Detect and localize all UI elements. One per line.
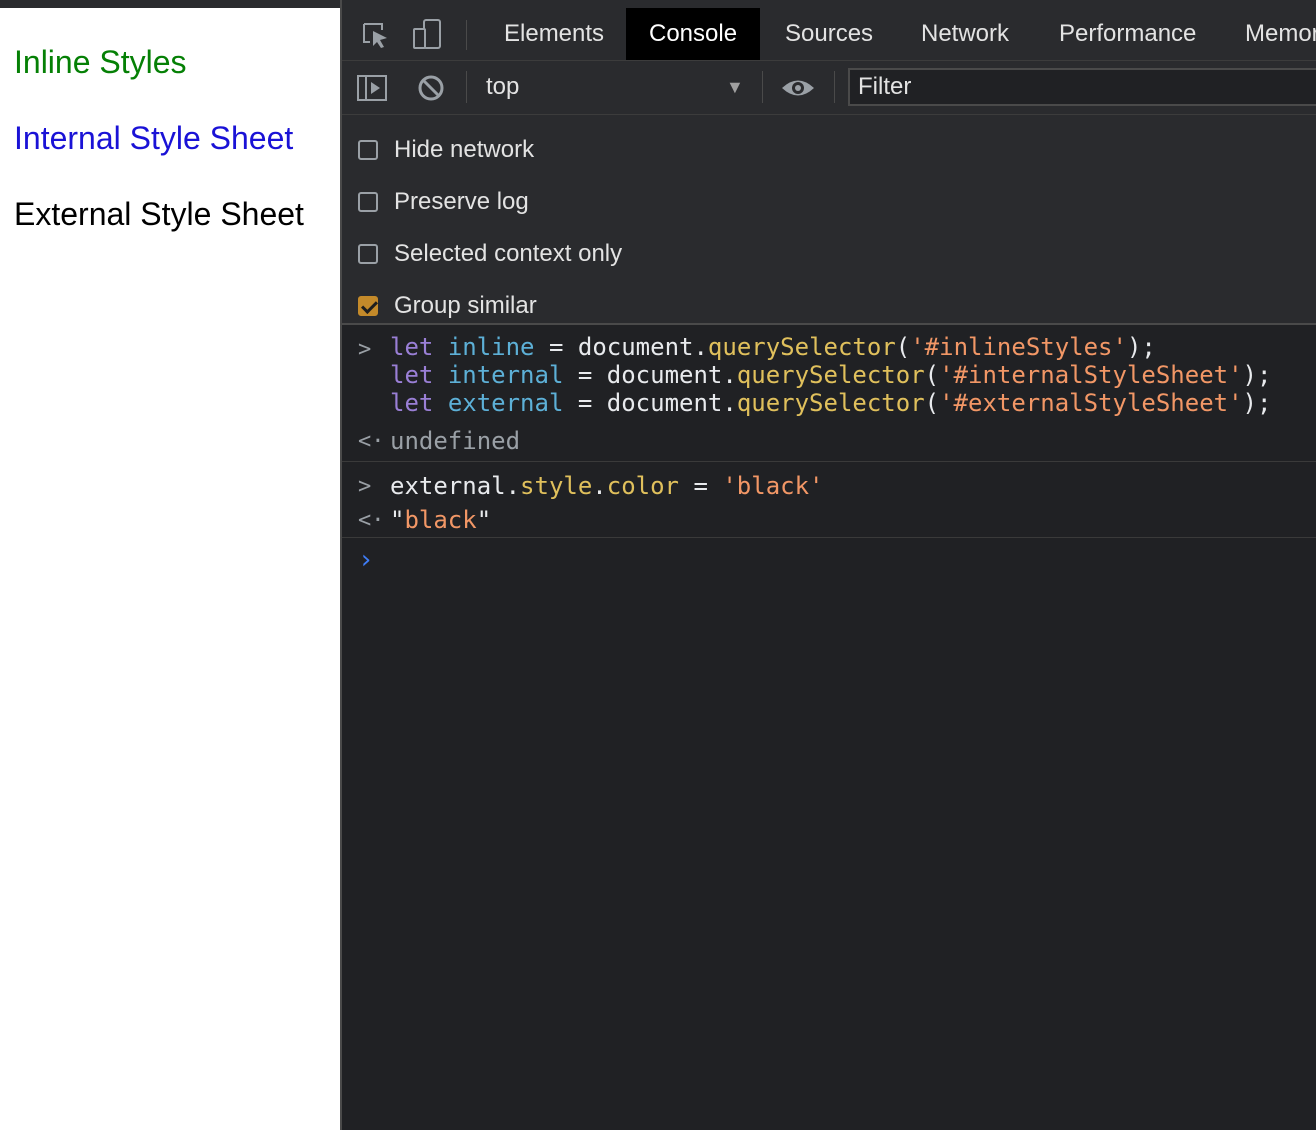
- hide-network-option[interactable]: Hide network: [358, 135, 534, 165]
- toolbar-separator: [466, 20, 467, 50]
- console-prompt-icon[interactable]: ›: [358, 545, 374, 575]
- filter-box: [848, 68, 1316, 106]
- tab-sources[interactable]: Sources: [762, 8, 896, 60]
- filter-input[interactable]: [850, 70, 1316, 104]
- output-value: "black": [390, 506, 492, 534]
- window-top-strip: [0, 0, 1316, 8]
- code-line: external.style.color = 'black': [390, 472, 824, 500]
- devtools-tab-bar: Elements Console Sources Network Perform…: [342, 8, 1316, 61]
- console-settings: Hide network Preserve log Selected conte…: [342, 115, 1316, 325]
- internal-style-sheet-text: Internal Style Sheet: [14, 120, 294, 156]
- console-output[interactable]: > let inline = document.querySelector('#…: [342, 325, 1316, 1130]
- console-toolbar: top ▼: [342, 61, 1316, 115]
- clear-console-icon[interactable]: [416, 73, 446, 103]
- console-output-entry: <· undefined: [342, 421, 1316, 462]
- hide-network-label: Hide network: [394, 136, 535, 163]
- device-toolbar-icon[interactable]: [410, 18, 446, 52]
- output-chevron-icon: <·: [358, 429, 385, 454]
- context-selector[interactable]: top: [486, 73, 519, 101]
- preserve-log-option[interactable]: Preserve log: [358, 187, 529, 217]
- code-line: let internal = document.querySelector('#…: [390, 361, 1272, 389]
- group-similar-option[interactable]: Group similar: [358, 291, 537, 321]
- selected-context-only-checkbox[interactable]: [358, 244, 378, 264]
- toolbar-separator: [762, 71, 763, 103]
- dropdown-arrow-icon[interactable]: ▼: [726, 77, 744, 98]
- console-input-entry: > external.style.color = 'black': [342, 462, 1316, 500]
- output-chevron-icon: <·: [358, 508, 385, 533]
- input-chevron-icon: >: [358, 337, 372, 362]
- rendered-page: Inline Styles Internal Style Sheet Exter…: [0, 8, 340, 1130]
- external-style-sheet-text: External Style Sheet: [14, 196, 304, 232]
- output-value: undefined: [390, 427, 521, 455]
- inline-styles-text: Inline Styles: [14, 44, 187, 80]
- sidebar-toggle-icon[interactable]: [356, 73, 388, 103]
- tab-performance[interactable]: Performance: [1036, 8, 1219, 60]
- toolbar-separator: [466, 71, 467, 103]
- live-expression-eye-icon[interactable]: [780, 75, 816, 101]
- selected-context-only-option[interactable]: Selected context only: [358, 239, 622, 269]
- tab-elements[interactable]: Elements: [481, 8, 627, 60]
- hide-network-checkbox[interactable]: [358, 140, 378, 160]
- devtools-panel: Elements Console Sources Network Perform…: [342, 8, 1316, 1130]
- preserve-log-label: Preserve log: [394, 188, 529, 215]
- group-similar-checkbox[interactable]: [358, 296, 378, 316]
- selected-context-only-label: Selected context only: [394, 240, 623, 267]
- code-line: let external = document.querySelector('#…: [390, 389, 1272, 417]
- toolbar-separator: [834, 71, 835, 103]
- group-similar-label: Group similar: [394, 292, 537, 319]
- code-line: let inline = document.querySelector('#in…: [390, 333, 1156, 361]
- tab-memory[interactable]: Memor: [1222, 8, 1316, 60]
- console-output-entry: <· "black": [342, 500, 1316, 538]
- preserve-log-checkbox[interactable]: [358, 192, 378, 212]
- tab-network[interactable]: Network: [898, 8, 1032, 60]
- inspect-element-icon[interactable]: [358, 18, 394, 52]
- tab-console[interactable]: Console: [626, 8, 761, 60]
- console-input-entry: > let inline = document.querySelector('#…: [342, 325, 1316, 421]
- input-chevron-icon: >: [358, 474, 372, 499]
